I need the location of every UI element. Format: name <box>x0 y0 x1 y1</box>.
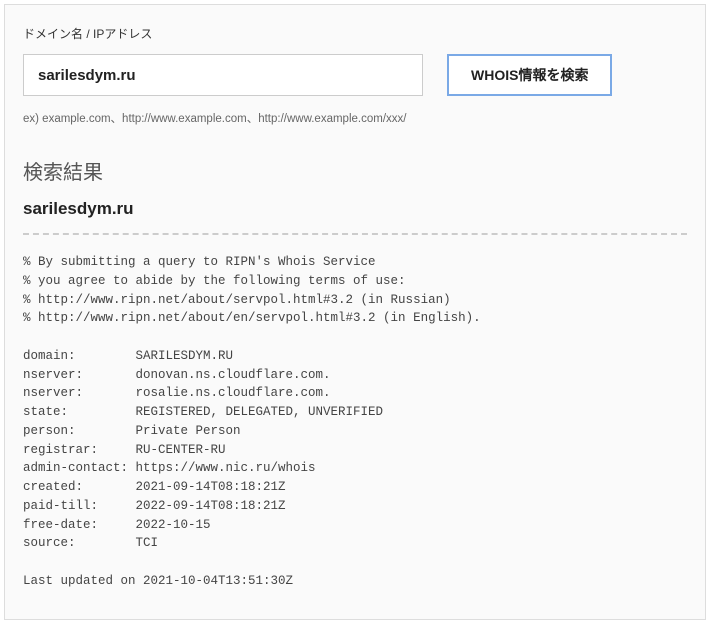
divider <box>23 233 687 235</box>
search-button[interactable]: WHOIS情報を検索 <box>447 54 612 96</box>
example-text: ex) example.com、http://www.example.com、h… <box>23 110 687 126</box>
result-domain: sarilesdym.ru <box>23 199 687 219</box>
whois-panel: ドメイン名 / IPアドレス WHOIS情報を検索 ex) example.co… <box>4 4 706 620</box>
domain-input[interactable] <box>23 54 423 96</box>
search-row: WHOIS情報を検索 <box>23 54 687 96</box>
result-heading: 検索結果 <box>23 156 687 185</box>
search-label: ドメイン名 / IPアドレス <box>23 25 687 42</box>
whois-output: % By submitting a query to RIPN's Whois … <box>23 253 687 591</box>
